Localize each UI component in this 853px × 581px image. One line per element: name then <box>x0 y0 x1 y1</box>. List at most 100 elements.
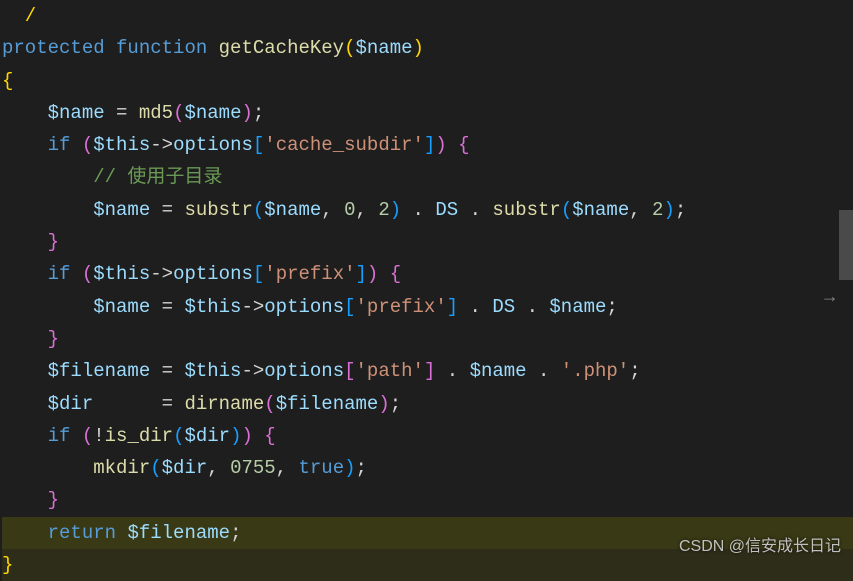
function-call: substr <box>184 199 252 221</box>
code-line: } <box>2 484 853 516</box>
semicolon: ; <box>390 393 401 415</box>
boolean: true <box>298 457 344 479</box>
concat: . <box>435 360 469 382</box>
variable: $name <box>93 296 150 318</box>
number: 0755 <box>230 457 276 479</box>
property: options <box>173 263 253 285</box>
operator: = <box>162 393 185 415</box>
variable: $this <box>93 263 150 285</box>
comma: , <box>276 457 299 479</box>
paren: ( <box>173 425 184 447</box>
variable: $name <box>184 102 241 124</box>
scrollbar-thumb[interactable] <box>839 210 853 280</box>
variable: $name <box>470 360 527 382</box>
semicolon: ; <box>356 457 367 479</box>
operator: = <box>150 296 184 318</box>
keyword-if: if <box>48 263 71 285</box>
semicolon: ; <box>253 102 264 124</box>
property: options <box>264 360 344 382</box>
code-line: if ($this->options['cache_subdir']) { <box>2 129 853 161</box>
function-name: getCacheKey <box>219 37 344 59</box>
variable: $name <box>264 199 321 221</box>
code-line: protected function getCacheKey($name) <box>2 32 853 64</box>
paren: ) <box>390 199 401 221</box>
variable: $name <box>572 199 629 221</box>
paren: ( <box>82 425 93 447</box>
paren: ) <box>663 199 674 221</box>
concat: . <box>527 360 561 382</box>
variable: $this <box>184 360 241 382</box>
function-call: mkdir <box>93 457 150 479</box>
concat: . <box>458 199 492 221</box>
code-line: $name = $this->options['prefix'] . DS . … <box>2 291 853 323</box>
brace: } <box>48 489 59 511</box>
brace: } <box>48 328 59 350</box>
bracket: [ <box>344 360 355 382</box>
not: ! <box>93 425 104 447</box>
operator: = <box>150 360 184 382</box>
code-editor[interactable]: / protected function getCacheKey($name) … <box>0 0 853 581</box>
bracket: ] <box>424 360 435 382</box>
bracket: ] <box>447 296 458 318</box>
property: options <box>264 296 344 318</box>
comment: // 使用子目录 <box>93 166 222 188</box>
property: options <box>173 134 253 156</box>
keyword-return: return <box>48 522 116 544</box>
code-line: // 使用子目录 <box>2 161 853 193</box>
bracket: [ <box>253 263 264 285</box>
paren: ( <box>264 393 275 415</box>
number: 2 <box>378 199 389 221</box>
arrow: -> <box>150 134 173 156</box>
paren: ( <box>344 37 355 59</box>
paren: ( <box>253 199 264 221</box>
paren: ( <box>82 263 93 285</box>
concat: . <box>401 199 435 221</box>
code-line: $filename = $this->options['path'] . $na… <box>2 355 853 387</box>
string: 'prefix' <box>264 263 355 285</box>
arrow: -> <box>241 296 264 318</box>
bracket: ] <box>356 263 367 285</box>
bracket: [ <box>344 296 355 318</box>
code-line: { <box>2 65 853 97</box>
code-line: if ($this->options['prefix']) { <box>2 258 853 290</box>
paren: ) <box>367 263 378 285</box>
variable: $dir <box>48 393 94 415</box>
concat: . <box>515 296 549 318</box>
variable: $filename <box>48 360 151 382</box>
semicolon: ; <box>675 199 686 221</box>
code-line: mkdir($dir, 0755, true); <box>2 452 853 484</box>
code-line: / <box>2 0 853 32</box>
variable: $this <box>184 296 241 318</box>
variable: $dir <box>184 425 230 447</box>
paren: ) <box>344 457 355 479</box>
keyword-protected: protected <box>2 37 105 59</box>
horizontal-scroll-icon[interactable]: → <box>824 283 835 314</box>
brace: { <box>2 70 13 92</box>
code-line: if (!is_dir($dir)) { <box>2 420 853 452</box>
brace: { <box>264 425 275 447</box>
variable: $dir <box>162 457 208 479</box>
brace: { <box>390 263 401 285</box>
constant: DS <box>435 199 458 221</box>
variable: $name <box>93 199 150 221</box>
variable: $filename <box>127 522 230 544</box>
string: 'cache_subdir' <box>264 134 424 156</box>
keyword-if: if <box>48 425 71 447</box>
constant: DS <box>492 296 515 318</box>
variable: $name <box>549 296 606 318</box>
paren: ( <box>150 457 161 479</box>
comma: , <box>321 199 344 221</box>
function-call: md5 <box>139 102 173 124</box>
variable: $this <box>93 134 150 156</box>
semicolon: ; <box>230 522 241 544</box>
brace: } <box>48 231 59 253</box>
brace: { <box>458 134 469 156</box>
bracket: [ <box>253 134 264 156</box>
code-line: } <box>2 226 853 258</box>
paren: ) <box>413 37 424 59</box>
operator: = <box>105 102 139 124</box>
brace: } <box>2 554 13 576</box>
function-call: dirname <box>184 393 264 415</box>
function-call: substr <box>492 199 560 221</box>
code-line: $name = md5($name); <box>2 97 853 129</box>
